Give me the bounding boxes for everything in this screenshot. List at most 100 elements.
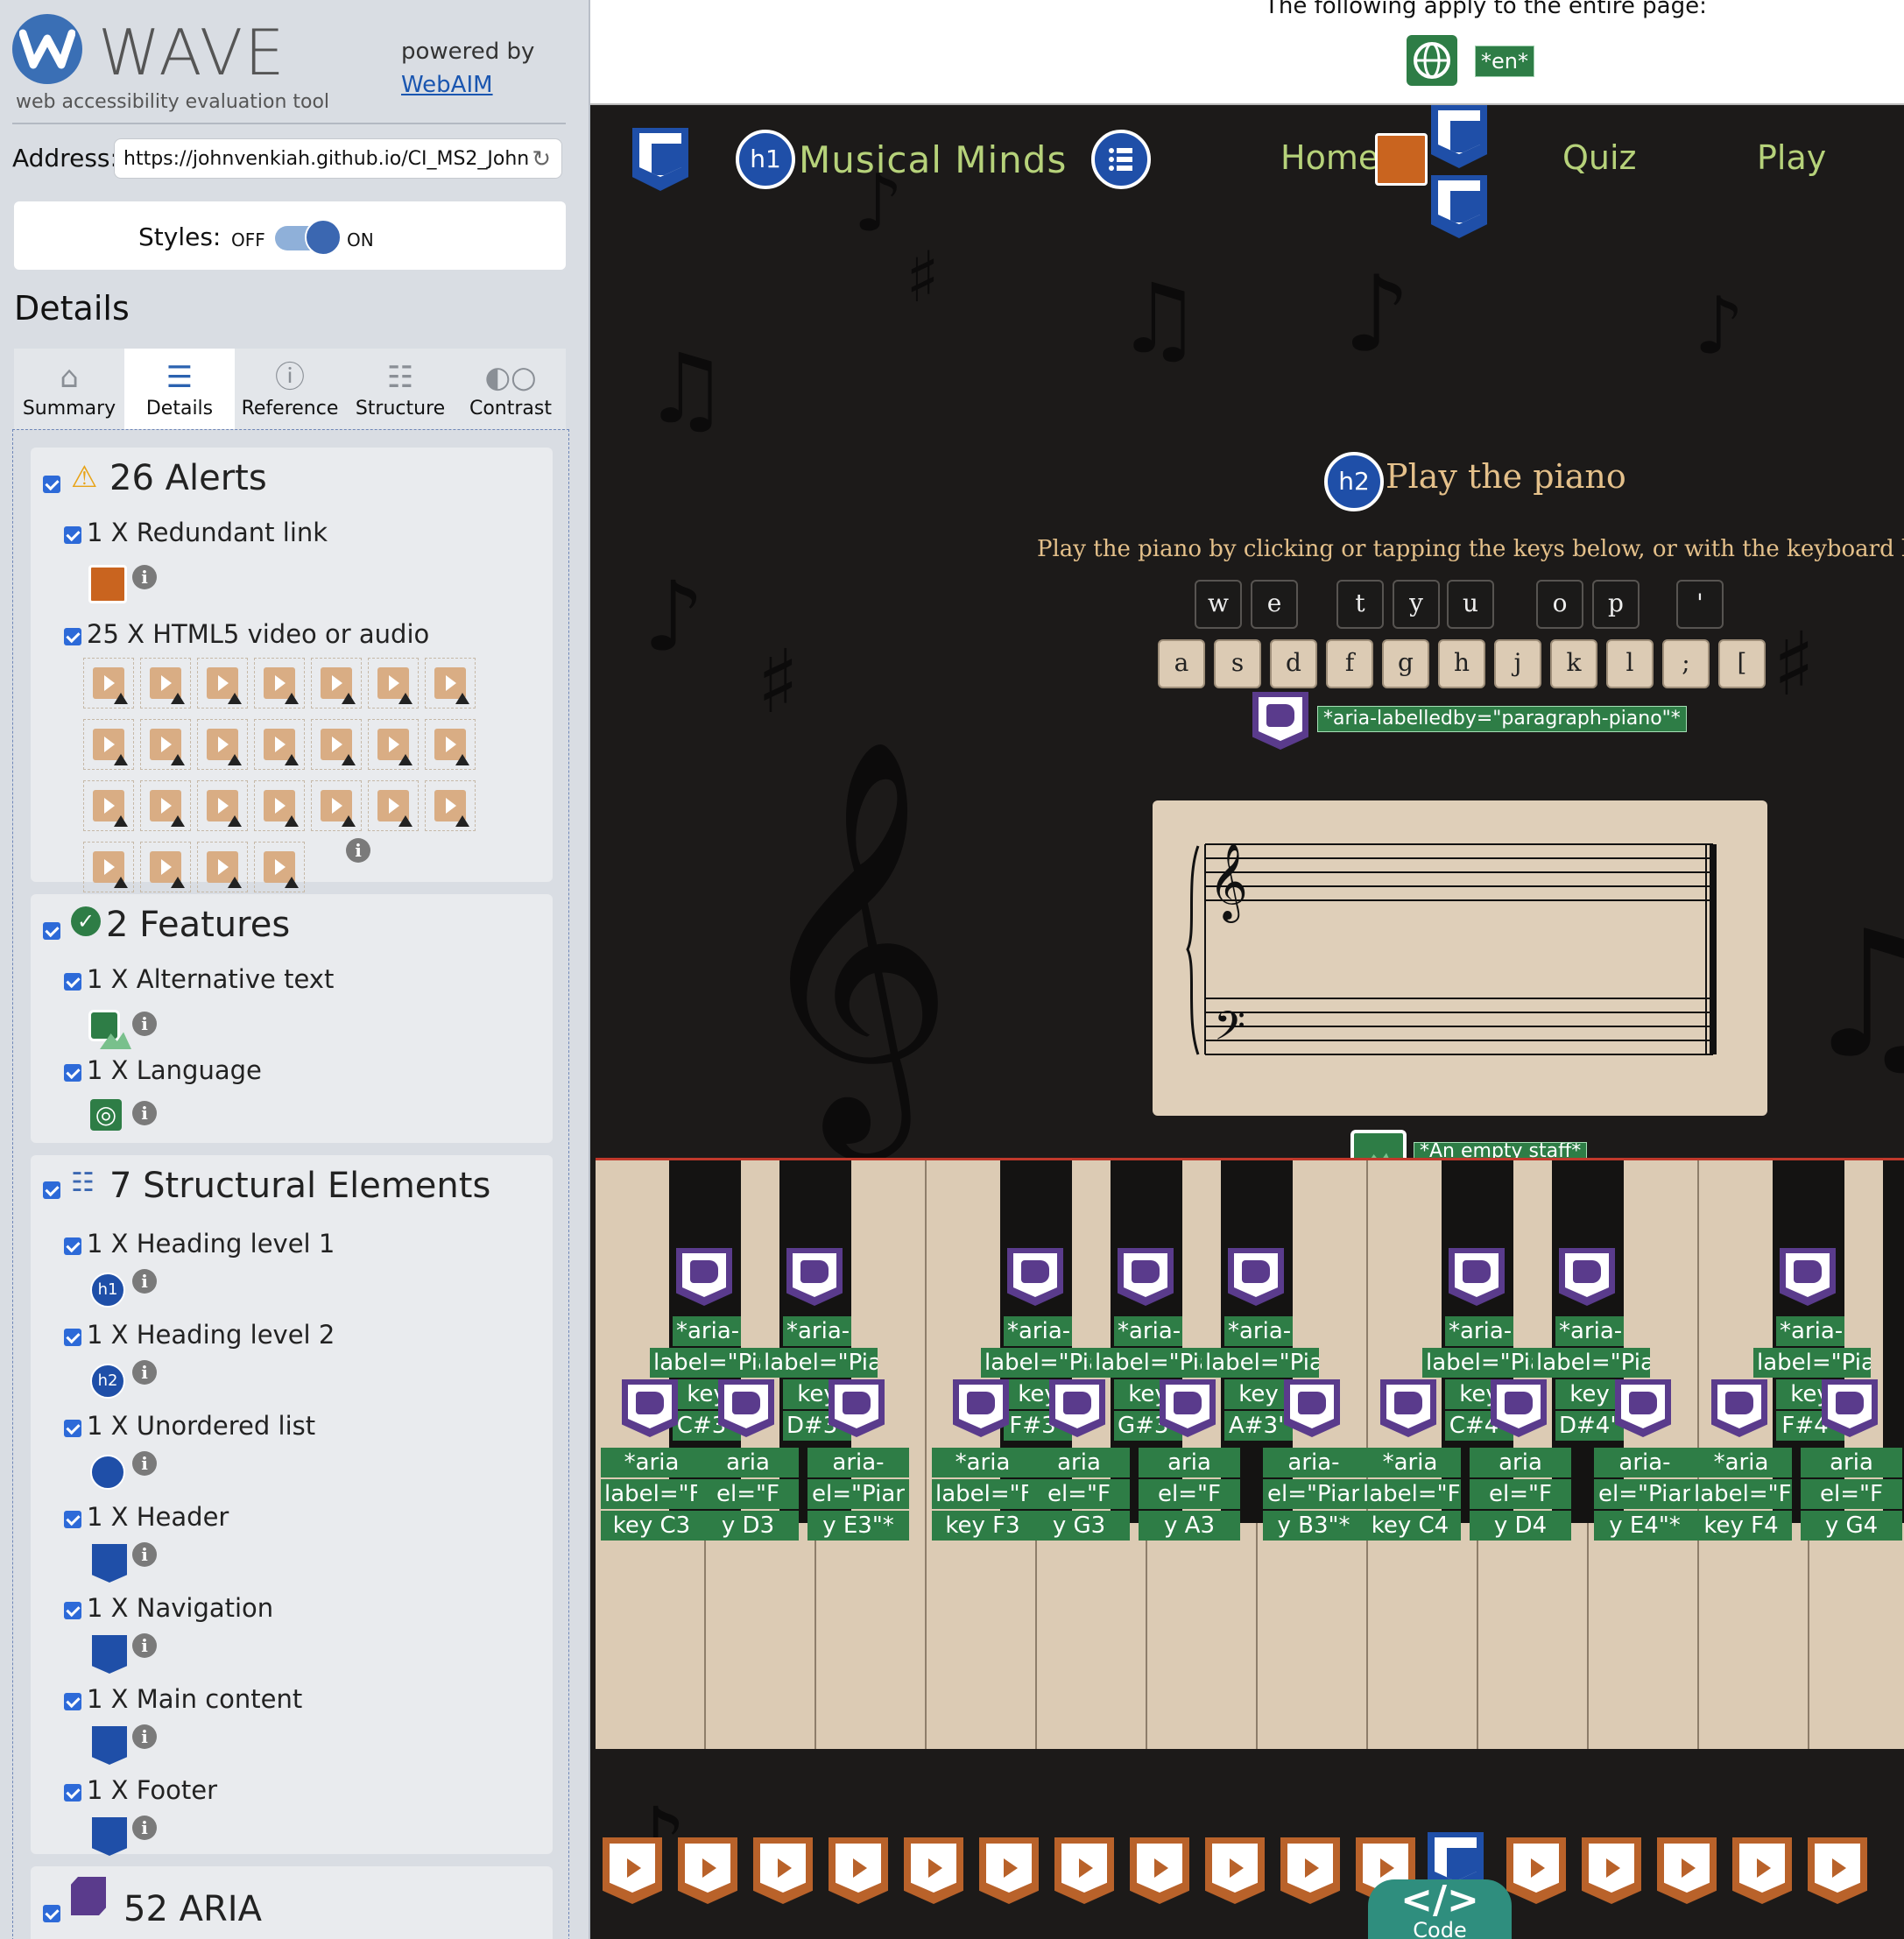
- video-icon[interactable]: [197, 658, 248, 709]
- video-icon[interactable]: [368, 658, 419, 709]
- structure-item-checkbox[interactable]: [64, 1693, 81, 1710]
- footer-icon[interactable]: [92, 1817, 127, 1856]
- video-icon[interactable]: [1808, 1837, 1867, 1904]
- video-icon[interactable]: [83, 658, 134, 709]
- nav-play[interactable]: Play: [1757, 138, 1826, 177]
- globe-icon[interactable]: ◎: [90, 1099, 122, 1131]
- structure-item-checkbox[interactable]: [64, 1237, 81, 1255]
- styles-toggle[interactable]: [275, 219, 342, 256]
- h1-icon[interactable]: h1: [736, 130, 795, 189]
- video-icon[interactable]: [83, 719, 134, 770]
- aria-checkbox[interactable]: [43, 1905, 60, 1922]
- header-icon[interactable]: [92, 1544, 127, 1583]
- info-icon[interactable]: i: [132, 1724, 157, 1749]
- video-icon[interactable]: [1054, 1837, 1114, 1904]
- navigation-icon[interactable]: [92, 1635, 127, 1674]
- video-icon[interactable]: [140, 719, 191, 770]
- video-checkbox[interactable]: [64, 628, 81, 645]
- info-icon[interactable]: i: [132, 1269, 157, 1294]
- structure-item-checkbox[interactable]: [64, 1784, 81, 1802]
- video-icon[interactable]: [979, 1837, 1039, 1904]
- features-checkbox[interactable]: [43, 922, 60, 940]
- video-icon[interactable]: [254, 780, 305, 831]
- video-icon[interactable]: [1732, 1837, 1792, 1904]
- video-icon[interactable]: [678, 1837, 737, 1904]
- nav-home[interactable]: Home: [1280, 138, 1379, 177]
- video-icon[interactable]: [368, 780, 419, 831]
- video-icon[interactable]: [368, 719, 419, 770]
- video-icon[interactable]: [425, 780, 476, 831]
- code-toggle-button[interactable]: </> Code: [1368, 1879, 1512, 1939]
- info-icon[interactable]: i: [132, 1012, 157, 1036]
- video-icon[interactable]: [254, 719, 305, 770]
- warning-icon: [342, 815, 356, 827]
- video-icon[interactable]: [603, 1837, 662, 1904]
- redundant-link-checkbox[interactable]: [64, 526, 81, 544]
- structure-item-checkbox[interactable]: [64, 1602, 81, 1619]
- video-icon[interactable]: [197, 842, 248, 892]
- alt-text-checkbox[interactable]: [64, 973, 81, 991]
- redundant-link-icon[interactable]: [88, 565, 127, 603]
- video-icon[interactable]: [140, 780, 191, 831]
- nav-quiz[interactable]: Quiz: [1562, 138, 1637, 177]
- video-icon[interactable]: [425, 658, 476, 709]
- image-icon[interactable]: [88, 1010, 120, 1041]
- main-content-icon[interactable]: [92, 1726, 127, 1765]
- structure-checkbox[interactable]: [43, 1181, 60, 1199]
- info-icon[interactable]: i: [132, 1451, 157, 1476]
- tab-reference[interactable]: ⓘ Reference: [235, 349, 345, 429]
- info-icon[interactable]: i: [132, 1633, 157, 1658]
- tab-structure[interactable]: ☷ Structure: [345, 349, 455, 429]
- keyboard-hint-key: ': [1676, 580, 1724, 629]
- tab-details[interactable]: ☰ Details: [124, 349, 235, 429]
- video-icon[interactable]: [311, 658, 362, 709]
- tab-contrast[interactable]: ◐○ Contrast: [455, 349, 566, 429]
- info-icon[interactable]: i: [132, 565, 157, 589]
- video-icon[interactable]: [904, 1837, 963, 1904]
- video-icon[interactable]: [1280, 1837, 1340, 1904]
- structure-item-checkbox[interactable]: [64, 1329, 81, 1346]
- video-icon[interactable]: [753, 1837, 813, 1904]
- info-icon[interactable]: i: [132, 1816, 157, 1840]
- video-icon[interactable]: [829, 1837, 888, 1904]
- tab-summary[interactable]: ⌂ Summary: [14, 349, 124, 429]
- video-icon[interactable]: [254, 842, 305, 892]
- video-icon[interactable]: [1582, 1837, 1641, 1904]
- h2-icon[interactable]: h2: [90, 1364, 125, 1399]
- video-icon[interactable]: [140, 842, 191, 892]
- video-icon[interactable]: [1130, 1837, 1189, 1904]
- info-icon[interactable]: i: [346, 838, 370, 863]
- language-tag: *en*: [1475, 46, 1534, 77]
- video-icon[interactable]: [1657, 1837, 1717, 1904]
- video-icon[interactable]: [311, 780, 362, 831]
- video-icon[interactable]: [311, 719, 362, 770]
- h1-icon[interactable]: h1: [90, 1273, 125, 1308]
- warning-icon: [342, 754, 356, 765]
- info-icon[interactable]: i: [132, 1101, 157, 1125]
- video-icon[interactable]: [83, 842, 134, 892]
- webaim-link[interactable]: WebAIM: [401, 68, 534, 102]
- video-icon[interactable]: [197, 719, 248, 770]
- info-icon[interactable]: i: [132, 1360, 157, 1385]
- info-icon[interactable]: i: [132, 1542, 157, 1567]
- video-icon[interactable]: [83, 780, 134, 831]
- address-input[interactable]: https://johnvenkiah.github.io/CI_MS2_Joh…: [114, 138, 562, 179]
- warning-icon: [114, 693, 128, 704]
- video-icon[interactable]: [425, 719, 476, 770]
- structure-item-checkbox[interactable]: [64, 1511, 81, 1528]
- h2-icon[interactable]: h2: [1324, 452, 1384, 511]
- video-icon[interactable]: [254, 658, 305, 709]
- unordered-list-icon[interactable]: [90, 1455, 125, 1490]
- redundant-link-icon[interactable]: [1375, 133, 1428, 186]
- video-icon[interactable]: [1205, 1837, 1265, 1904]
- structure-item-checkbox[interactable]: [64, 1420, 81, 1437]
- alerts-checkbox[interactable]: [43, 476, 60, 493]
- unordered-list-icon[interactable]: [1091, 130, 1151, 189]
- video-icon[interactable]: [1506, 1837, 1566, 1904]
- globe-icon[interactable]: [1407, 35, 1457, 86]
- black-key-aria-label: label="Pian: [981, 1348, 1098, 1378]
- video-icon[interactable]: [140, 658, 191, 709]
- reload-icon[interactable]: ↻: [532, 139, 551, 178]
- language-checkbox[interactable]: [64, 1064, 81, 1082]
- video-icon[interactable]: [197, 780, 248, 831]
